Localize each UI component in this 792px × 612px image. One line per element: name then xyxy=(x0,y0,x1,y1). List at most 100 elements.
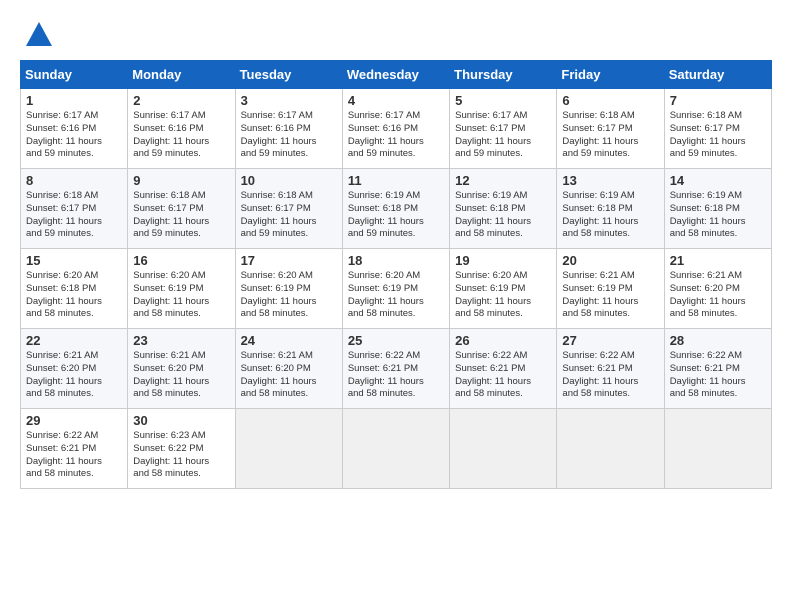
day-number: 16 xyxy=(133,253,229,268)
day-number: 7 xyxy=(670,93,766,108)
day-info: Sunrise: 6:22 AM Sunset: 6:21 PM Dayligh… xyxy=(26,430,122,481)
calendar-cell xyxy=(664,409,771,489)
day-number: 13 xyxy=(562,173,658,188)
logo-icon xyxy=(24,20,54,50)
calendar-cell: 15 Sunrise: 6:20 AM Sunset: 6:18 PM Dayli… xyxy=(21,249,128,329)
day-number: 9 xyxy=(133,173,229,188)
day-number: 26 xyxy=(455,333,551,348)
day-info: Sunrise: 6:18 AM Sunset: 6:17 PM Dayligh… xyxy=(241,190,337,241)
calendar-week-row: 29 Sunrise: 6:22 AM Sunset: 6:21 PM Dayli… xyxy=(21,409,772,489)
day-header-thursday: Thursday xyxy=(450,61,557,89)
day-header-tuesday: Tuesday xyxy=(235,61,342,89)
day-number: 1 xyxy=(26,93,122,108)
calendar-cell xyxy=(235,409,342,489)
day-number: 12 xyxy=(455,173,551,188)
day-info: Sunrise: 6:20 AM Sunset: 6:19 PM Dayligh… xyxy=(241,270,337,321)
day-number: 4 xyxy=(348,93,444,108)
day-number: 27 xyxy=(562,333,658,348)
day-number: 18 xyxy=(348,253,444,268)
day-number: 21 xyxy=(670,253,766,268)
day-number: 3 xyxy=(241,93,337,108)
calendar-cell: 12 Sunrise: 6:19 AM Sunset: 6:18 PM Dayli… xyxy=(450,169,557,249)
day-info: Sunrise: 6:19 AM Sunset: 6:18 PM Dayligh… xyxy=(455,190,551,241)
day-info: Sunrise: 6:20 AM Sunset: 6:19 PM Dayligh… xyxy=(133,270,229,321)
calendar-cell: 27Sunrise: 6:22 AM Sunset: 6:21 PM Dayli… xyxy=(557,329,664,409)
calendar-cell: 5 Sunrise: 6:17 AM Sunset: 6:17 PM Daylig… xyxy=(450,89,557,169)
calendar-week-row: 22 Sunrise: 6:21 AM Sunset: 6:20 PM Dayli… xyxy=(21,329,772,409)
day-number: 5 xyxy=(455,93,551,108)
calendar-cell: 28Sunrise: 6:22 AM Sunset: 6:21 PM Dayli… xyxy=(664,329,771,409)
day-number: 6 xyxy=(562,93,658,108)
day-number: 8 xyxy=(26,173,122,188)
day-info: Sunrise: 6:17 AM Sunset: 6:16 PM Dayligh… xyxy=(241,110,337,161)
calendar-cell: 16 Sunrise: 6:20 AM Sunset: 6:19 PM Dayli… xyxy=(128,249,235,329)
calendar-week-row: 15 Sunrise: 6:20 AM Sunset: 6:18 PM Dayli… xyxy=(21,249,772,329)
day-number: 28 xyxy=(670,333,766,348)
calendar-cell: 6 Sunrise: 6:18 AM Sunset: 6:17 PM Daylig… xyxy=(557,89,664,169)
calendar-cell: 11 Sunrise: 6:19 AM Sunset: 6:18 PM Dayli… xyxy=(342,169,449,249)
day-info: Sunrise: 6:19 AM Sunset: 6:18 PM Dayligh… xyxy=(562,190,658,241)
calendar-header-row: SundayMondayTuesdayWednesdayThursdayFrid… xyxy=(21,61,772,89)
day-info: Sunrise: 6:21 AM Sunset: 6:20 PM Dayligh… xyxy=(670,270,766,321)
day-info: Sunrise: 6:21 AM Sunset: 6:20 PM Dayligh… xyxy=(26,350,122,401)
day-info: Sunrise: 6:20 AM Sunset: 6:19 PM Dayligh… xyxy=(348,270,444,321)
day-info: Sunrise: 6:22 AM Sunset: 6:21 PM Dayligh… xyxy=(348,350,444,401)
day-number: 11 xyxy=(348,173,444,188)
day-number: 29 xyxy=(26,413,122,428)
calendar-cell: 26 Sunrise: 6:22 AM Sunset: 6:21 PM Dayli… xyxy=(450,329,557,409)
day-info: Sunrise: 6:19 AM Sunset: 6:18 PM Dayligh… xyxy=(670,190,766,241)
day-number: 14 xyxy=(670,173,766,188)
day-info: Sunrise: 6:18 AM Sunset: 6:17 PM Dayligh… xyxy=(670,110,766,161)
calendar-week-row: 1 Sunrise: 6:17 AM Sunset: 6:16 PM Daylig… xyxy=(21,89,772,169)
day-info: Sunrise: 6:18 AM Sunset: 6:17 PM Dayligh… xyxy=(133,190,229,241)
day-header-monday: Monday xyxy=(128,61,235,89)
calendar-cell: 24 Sunrise: 6:21 AM Sunset: 6:20 PM Dayli… xyxy=(235,329,342,409)
day-info: Sunrise: 6:18 AM Sunset: 6:17 PM Dayligh… xyxy=(562,110,658,161)
calendar-cell: 10 Sunrise: 6:18 AM Sunset: 6:17 PM Dayli… xyxy=(235,169,342,249)
calendar-cell: 30Sunrise: 6:23 AM Sunset: 6:22 PM Dayli… xyxy=(128,409,235,489)
calendar-cell: 4Sunrise: 6:17 AM Sunset: 6:16 PM Daylig… xyxy=(342,89,449,169)
day-info: Sunrise: 6:18 AM Sunset: 6:17 PM Dayligh… xyxy=(26,190,122,241)
calendar-cell: 9 Sunrise: 6:18 AM Sunset: 6:17 PM Daylig… xyxy=(128,169,235,249)
calendar-cell: 25Sunrise: 6:22 AM Sunset: 6:21 PM Dayli… xyxy=(342,329,449,409)
calendar-cell: 13 Sunrise: 6:19 AM Sunset: 6:18 PM Dayli… xyxy=(557,169,664,249)
calendar-cell: 22 Sunrise: 6:21 AM Sunset: 6:20 PM Dayli… xyxy=(21,329,128,409)
calendar-cell xyxy=(342,409,449,489)
calendar-cell: 21 Sunrise: 6:21 AM Sunset: 6:20 PM Dayli… xyxy=(664,249,771,329)
day-info: Sunrise: 6:21 AM Sunset: 6:19 PM Dayligh… xyxy=(562,270,658,321)
day-number: 23 xyxy=(133,333,229,348)
day-number: 30 xyxy=(133,413,229,428)
calendar-cell: 18 Sunrise: 6:20 AM Sunset: 6:19 PM Dayli… xyxy=(342,249,449,329)
day-number: 2 xyxy=(133,93,229,108)
day-header-friday: Friday xyxy=(557,61,664,89)
logo xyxy=(20,20,54,50)
day-info: Sunrise: 6:20 AM Sunset: 6:18 PM Dayligh… xyxy=(26,270,122,321)
day-number: 19 xyxy=(455,253,551,268)
day-info: Sunrise: 6:17 AM Sunset: 6:17 PM Dayligh… xyxy=(455,110,551,161)
day-number: 24 xyxy=(241,333,337,348)
day-number: 20 xyxy=(562,253,658,268)
calendar-week-row: 8 Sunrise: 6:18 AM Sunset: 6:17 PM Daylig… xyxy=(21,169,772,249)
day-number: 17 xyxy=(241,253,337,268)
day-info: Sunrise: 6:17 AM Sunset: 6:16 PM Dayligh… xyxy=(133,110,229,161)
calendar-cell: 20 Sunrise: 6:21 AM Sunset: 6:19 PM Dayli… xyxy=(557,249,664,329)
calendar-cell: 3 Sunrise: 6:17 AM Sunset: 6:16 PM Daylig… xyxy=(235,89,342,169)
calendar-cell: 29 Sunrise: 6:22 AM Sunset: 6:21 PM Dayli… xyxy=(21,409,128,489)
day-header-wednesday: Wednesday xyxy=(342,61,449,89)
day-header-saturday: Saturday xyxy=(664,61,771,89)
day-info: Sunrise: 6:17 AM Sunset: 6:16 PM Dayligh… xyxy=(26,110,122,161)
calendar-cell: 1 Sunrise: 6:17 AM Sunset: 6:16 PM Daylig… xyxy=(21,89,128,169)
day-number: 15 xyxy=(26,253,122,268)
calendar-cell xyxy=(557,409,664,489)
day-info: Sunrise: 6:21 AM Sunset: 6:20 PM Dayligh… xyxy=(133,350,229,401)
day-info: Sunrise: 6:20 AM Sunset: 6:19 PM Dayligh… xyxy=(455,270,551,321)
calendar-cell: 7 Sunrise: 6:18 AM Sunset: 6:17 PM Daylig… xyxy=(664,89,771,169)
day-number: 22 xyxy=(26,333,122,348)
page-header xyxy=(20,20,772,50)
calendar-cell: 23 Sunrise: 6:21 AM Sunset: 6:20 PM Dayli… xyxy=(128,329,235,409)
day-header-sunday: Sunday xyxy=(21,61,128,89)
day-info: Sunrise: 6:19 AM Sunset: 6:18 PM Dayligh… xyxy=(348,190,444,241)
day-number: 10 xyxy=(241,173,337,188)
day-info: Sunrise: 6:21 AM Sunset: 6:20 PM Dayligh… xyxy=(241,350,337,401)
day-info: Sunrise: 6:22 AM Sunset: 6:21 PM Dayligh… xyxy=(455,350,551,401)
